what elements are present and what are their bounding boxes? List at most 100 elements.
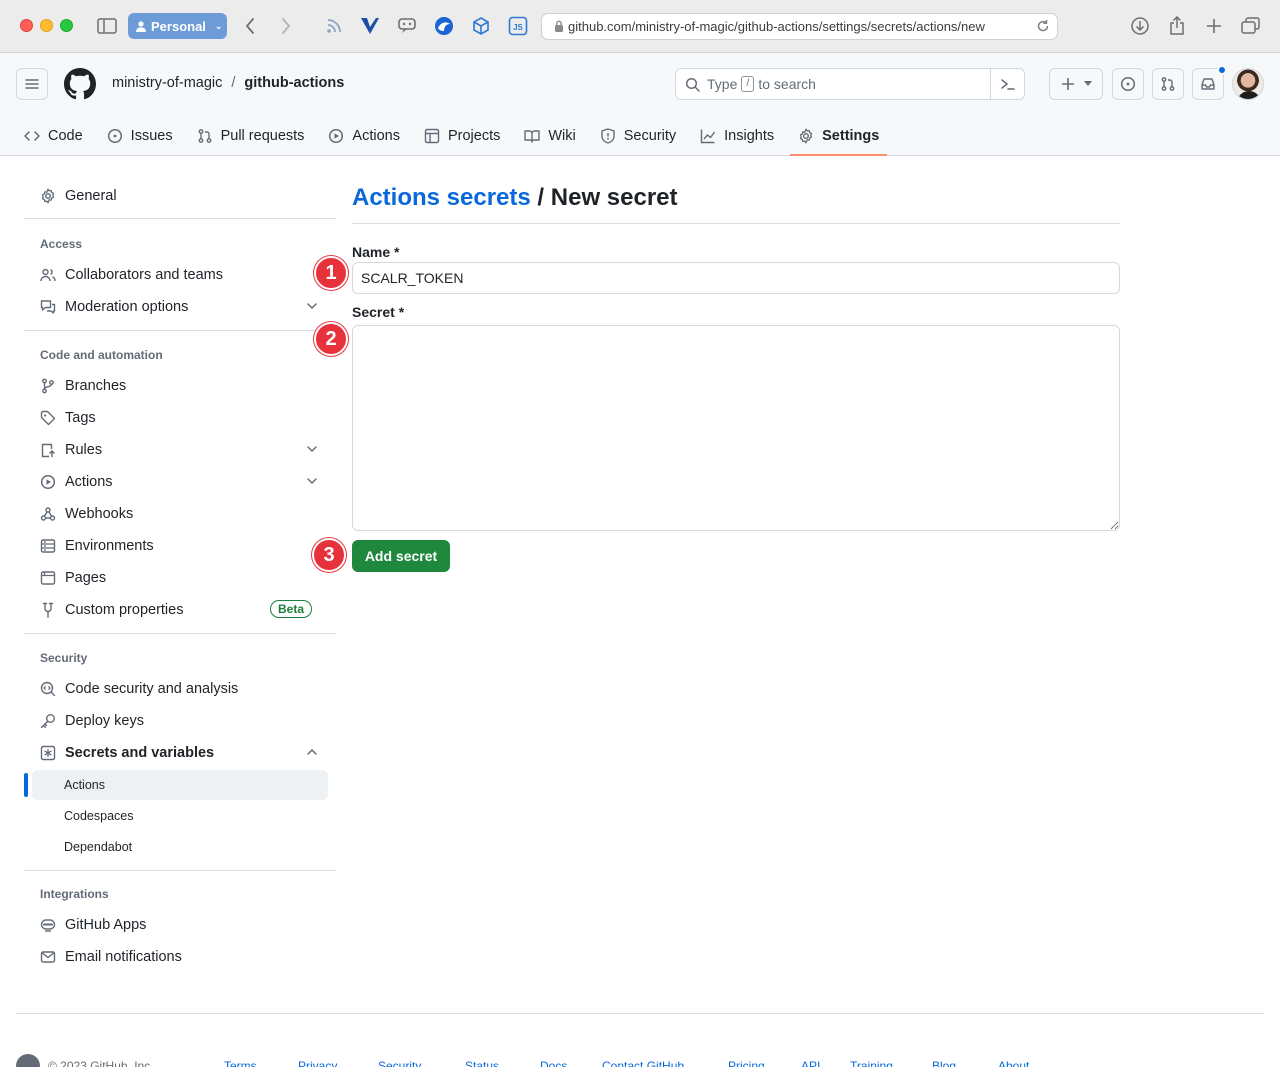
git-branch-icon xyxy=(42,378,54,394)
sidebar-divider xyxy=(24,870,336,871)
footer-link-privacy[interactable]: Privacy xyxy=(298,1059,378,1067)
tab-code[interactable]: Code xyxy=(16,116,91,156)
footer-link-about[interactable]: About xyxy=(998,1059,1048,1067)
sidebar-divider xyxy=(24,633,336,634)
selected-item-indicator xyxy=(24,773,28,797)
sidebar-item-branches[interactable]: Branches xyxy=(32,370,328,402)
sidebar-subitem-actions[interactable]: Actions xyxy=(32,770,328,800)
zoom-window-button[interactable] xyxy=(60,19,73,32)
sidebar-subitem-dependabot[interactable]: Dependabot xyxy=(32,832,328,862)
tab-overview-icon[interactable] xyxy=(1239,14,1263,38)
sidebar-item-label: Moderation options xyxy=(65,299,189,315)
inbox-button[interactable] xyxy=(1192,65,1227,100)
people-icon xyxy=(40,268,56,282)
sidebar-item-github-apps[interactable]: GitHub Apps xyxy=(32,909,328,941)
sidebar-item-rules[interactable]: Rules xyxy=(32,434,328,466)
sidebar-item-email-notifications[interactable]: Email notifications xyxy=(32,941,328,973)
sidebar-item-actions[interactable]: Actions xyxy=(32,466,328,498)
sidebar-item-collaborators[interactable]: Collaborators and teams xyxy=(32,259,328,291)
sidebar-item-moderation[interactable]: Moderation options xyxy=(32,291,328,323)
chat-extension-icon[interactable] xyxy=(395,14,419,38)
downloads-icon[interactable] xyxy=(1128,14,1152,38)
footer-link-contact[interactable]: Contact GitHub xyxy=(602,1059,728,1067)
secret-name-input[interactable] xyxy=(352,262,1120,294)
forward-icon[interactable] xyxy=(274,14,298,38)
sidebar-item-custom-properties[interactable]: Custom properties Beta xyxy=(32,594,328,626)
github-logo-icon[interactable] xyxy=(64,68,96,100)
svg-text:JS: JS xyxy=(513,23,523,32)
repo-owner-link[interactable]: ministry-of-magic xyxy=(112,75,222,91)
issue-icon xyxy=(107,128,122,144)
footer-link-training[interactable]: Training xyxy=(850,1059,932,1067)
avatar[interactable] xyxy=(1232,68,1264,100)
footer-link-status[interactable]: Status xyxy=(465,1059,540,1067)
chevron-down-icon xyxy=(307,303,317,310)
repo-name-link[interactable]: github-actions xyxy=(244,75,344,91)
issues-button[interactable] xyxy=(1112,68,1144,100)
tab-pull-requests[interactable]: Pull requests xyxy=(189,116,313,156)
github-mark-icon[interactable] xyxy=(16,1054,40,1067)
footer-divider xyxy=(16,1013,1264,1014)
git-pull-request-icon xyxy=(1161,77,1175,91)
footer: © 2023 GitHub, Inc. Terms Privacy Securi… xyxy=(16,1052,1264,1067)
footer-link-security[interactable]: Security xyxy=(378,1059,465,1067)
sidebar-subitem-codespaces[interactable]: Codespaces xyxy=(32,801,328,831)
sidebar-toggle-icon[interactable] xyxy=(95,14,119,38)
tab-actions-label: Actions xyxy=(352,128,400,144)
tab-security-label: Security xyxy=(623,128,677,144)
sidebar-item-label: Custom properties xyxy=(65,602,184,618)
command-palette-button[interactable] xyxy=(990,69,1024,99)
menu-button[interactable] xyxy=(16,68,48,100)
footer-link-terms[interactable]: Terms xyxy=(224,1059,298,1067)
close-window-button[interactable] xyxy=(20,19,33,32)
sidebar-item-tags[interactable]: Tags xyxy=(32,402,328,434)
sidebar-item-environments[interactable]: Environments xyxy=(32,530,328,562)
sidebar-item-pages[interactable]: Pages xyxy=(32,562,328,594)
footer-links: Terms Privacy Security Status Docs Conta… xyxy=(224,1059,1048,1067)
tab-issues[interactable]: Issues xyxy=(99,116,181,156)
secret-value-textarea[interactable] xyxy=(352,325,1120,531)
pull-requests-button[interactable] xyxy=(1152,68,1184,100)
footer-link-pricing[interactable]: Pricing xyxy=(728,1059,801,1067)
browser-extension-icon[interactable] xyxy=(432,14,456,38)
profile-switcher[interactable]: Personal ⌄ xyxy=(128,13,227,39)
browser-icon xyxy=(40,571,56,585)
reload-icon[interactable] xyxy=(1035,18,1051,34)
gear-icon xyxy=(799,128,813,144)
add-secret-button[interactable]: Add secret xyxy=(352,540,450,572)
title-text: New secret xyxy=(550,184,678,211)
sidebar-item-code-security[interactable]: Code security and analysis xyxy=(32,673,328,705)
sidebar-item-webhooks[interactable]: Webhooks xyxy=(32,498,328,530)
chevron-down-icon xyxy=(307,446,317,453)
tab-security[interactable]: Security xyxy=(592,116,684,156)
search-input[interactable]: Type / to search xyxy=(675,68,1025,100)
vimari-extension-icon[interactable] xyxy=(358,14,382,38)
rss-extension-icon[interactable] xyxy=(322,14,346,38)
footer-link-blog[interactable]: Blog xyxy=(932,1059,998,1067)
sidebar-item-general[interactable]: General xyxy=(32,180,328,212)
share-icon[interactable] xyxy=(1165,14,1189,38)
sidebar-item-secrets-variables[interactable]: Secrets and variables xyxy=(32,737,328,769)
tab-actions[interactable]: Actions xyxy=(320,116,408,156)
tab-insights[interactable]: Insights xyxy=(692,116,782,156)
minimize-window-button[interactable] xyxy=(40,19,53,32)
shield-icon xyxy=(601,128,615,144)
title-divider xyxy=(352,223,1120,224)
javascript-extension-icon[interactable]: JS xyxy=(506,14,530,38)
sidebar-item-label: General xyxy=(65,188,117,204)
back-icon[interactable] xyxy=(238,14,262,38)
tab-wiki[interactable]: Wiki xyxy=(516,116,583,156)
cube-extension-icon[interactable] xyxy=(469,14,493,38)
footer-link-docs[interactable]: Docs xyxy=(540,1059,602,1067)
code-icon xyxy=(24,131,40,141)
tab-projects[interactable]: Projects xyxy=(416,116,508,156)
new-tab-icon[interactable] xyxy=(1202,14,1226,38)
sidebar-item-deploy-keys[interactable]: Deploy keys xyxy=(32,705,328,737)
create-new-button[interactable] xyxy=(1049,68,1103,100)
key-icon xyxy=(40,714,55,729)
person-icon xyxy=(136,20,146,32)
tab-settings[interactable]: Settings xyxy=(790,116,888,156)
breadcrumb-actions-secrets[interactable]: Actions secrets xyxy=(352,184,531,211)
address-bar[interactable]: github.com/ministry-of-magic/github-acti… xyxy=(541,13,1058,40)
footer-link-api[interactable]: API xyxy=(801,1059,850,1067)
